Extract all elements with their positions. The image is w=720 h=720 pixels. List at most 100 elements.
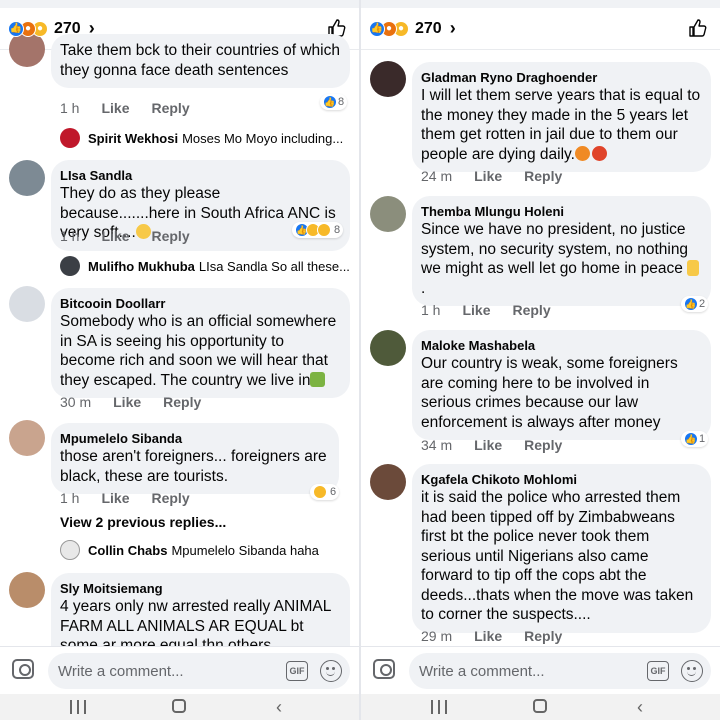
reply-button[interactable]: Reply [512, 302, 550, 318]
camera-icon[interactable] [373, 659, 395, 679]
avatar [60, 128, 80, 148]
avatar[interactable] [370, 464, 406, 500]
comment-time: 29 m [421, 628, 453, 644]
chevron-right-icon: › [449, 18, 456, 38]
avatar[interactable] [9, 160, 45, 196]
comment-author[interactable]: Maloke Mashabela [421, 337, 701, 354]
avatar[interactable] [370, 61, 406, 97]
comment-time: 24 m [421, 168, 453, 184]
reply-button[interactable]: Reply [151, 490, 189, 506]
comment-author[interactable]: Mpumelelo Sibanda [60, 430, 329, 447]
avatar[interactable] [9, 572, 45, 608]
reaction-count: 1 [699, 433, 706, 445]
comment-author[interactable]: Bitcooin Doollarr [60, 295, 340, 312]
comment-text: it is said the police who arrested them … [421, 489, 694, 623]
system-nav-bar: ‹ [0, 694, 359, 720]
avatar[interactable] [9, 286, 45, 322]
comment-author[interactable]: Gladman Ryno Draghoender [421, 69, 701, 86]
comment-actions: 1 h Like Reply [60, 228, 212, 244]
man-emoji-icon [310, 371, 326, 387]
comment-time: 34 m [421, 437, 453, 453]
like-button[interactable]: Like [474, 168, 502, 184]
comment-text-body: I will let them serve years that is equa… [421, 87, 701, 163]
reply-author: Mulifho Mukhuba [88, 258, 195, 274]
reply-preview[interactable]: Spirit Wekhosi Moses Mo Moyo including..… [60, 128, 343, 148]
reaction-summary[interactable]: 👍 ● ● 270 › [361, 8, 720, 50]
like-button[interactable]: Like [101, 100, 129, 116]
home-icon[interactable] [172, 699, 186, 713]
reaction-count: 6 [330, 486, 337, 498]
comment-author[interactable]: Themba Mlungu Holeni [421, 203, 701, 220]
avatar[interactable] [9, 420, 45, 456]
victory-hand-emoji-icon [687, 260, 700, 276]
reaction-icons: 👍 ● ● [369, 20, 409, 37]
reaction-icons: 👍 ● ● [8, 20, 48, 37]
left-screenshot: 👍 ● ● 270 › Take them bck to their count… [0, 0, 359, 720]
haha-icon [313, 485, 327, 499]
recent-apps-icon[interactable] [431, 700, 447, 714]
comment-reactions[interactable]: 👍 1 [681, 431, 709, 447]
reply-button[interactable]: Reply [524, 628, 562, 644]
gif-icon[interactable]: GIF [647, 661, 669, 681]
comment-time: 1 h [60, 490, 80, 506]
comment-author[interactable]: Sly Moitsiemang [60, 580, 340, 597]
like-icon: 👍 [323, 95, 337, 109]
comment-input[interactable] [419, 653, 639, 689]
like-icon: 👍 [684, 297, 698, 311]
reply-button[interactable]: Reply [151, 228, 189, 244]
comment-author[interactable]: LIsa Sandla [60, 167, 340, 184]
comment-composer: GIF [361, 646, 720, 694]
home-icon[interactable] [533, 699, 547, 713]
comment-text-body: Somebody who is an official somewhere in… [60, 313, 337, 389]
comment-bubble: Maloke Mashabela Our country is weak, so… [412, 330, 711, 440]
comment-text: I will let them serve years that is equa… [421, 86, 701, 164]
comment-text: Since we have no president, no justice s… [421, 220, 701, 298]
comment-actions: 1 h Like Reply [60, 490, 212, 506]
sad-icon [317, 223, 331, 237]
like-button[interactable]: Like [474, 437, 502, 453]
gif-icon[interactable]: GIF [286, 661, 308, 681]
like-button[interactable]: Like [474, 628, 502, 644]
reply-preview[interactable]: Mulifho Mukhuba LIsa Sandla So all these… [60, 256, 350, 276]
comment-actions: 1 h Like Reply [60, 100, 212, 116]
avatar[interactable] [370, 330, 406, 366]
comment-input[interactable] [58, 653, 278, 689]
reply-button[interactable]: Reply [163, 394, 201, 410]
back-icon[interactable]: ‹ [637, 697, 643, 718]
reply-button[interactable]: Reply [151, 100, 189, 116]
like-button[interactable]: Like [101, 490, 129, 506]
comment-reactions[interactable]: 👍 8 [320, 94, 348, 110]
reply-preview[interactable]: Collin Chabs Mpumelelo Sibanda haha [60, 540, 319, 560]
like-button[interactable]: Like [113, 394, 141, 410]
comment-actions: 24 m Like Reply [421, 168, 584, 184]
reply-author: Collin Chabs [88, 542, 168, 558]
comment-reactions[interactable]: 👍 8 [292, 222, 344, 238]
reaction-count: 8 [334, 224, 341, 236]
angry-emoji-icon [574, 145, 590, 161]
back-icon[interactable]: ‹ [276, 697, 282, 718]
comment-time: 1 h [60, 228, 80, 244]
status-bar [361, 0, 720, 8]
reply-button[interactable]: Reply [524, 168, 562, 184]
recent-apps-icon[interactable] [70, 700, 86, 714]
reply-author: Spirit Wekhosi [88, 130, 179, 146]
reply-button[interactable]: Reply [524, 437, 562, 453]
camera-icon[interactable] [12, 659, 34, 679]
comment-text: those aren't foreigners... foreigners ar… [60, 448, 327, 485]
comment-reactions[interactable]: 6 [310, 484, 340, 500]
emoji-icon[interactable] [320, 660, 342, 682]
like-icon: 👍 [684, 432, 698, 446]
comment-reactions[interactable]: 👍 2 [681, 296, 709, 312]
comment-input-container: GIF [48, 653, 350, 689]
comment-text-body: Since we have no president, no justice s… [421, 221, 689, 277]
emoji-icon[interactable] [681, 660, 703, 682]
comment-actions: 30 m Like Reply [60, 394, 223, 410]
avatar[interactable] [370, 196, 406, 232]
view-previous-replies-link[interactable]: View 2 previous replies... [60, 514, 226, 530]
like-outline-icon[interactable] [688, 18, 708, 38]
like-button[interactable]: Like [101, 228, 129, 244]
reply-text: LIsa Sandla So all these... [198, 258, 350, 274]
like-button[interactable]: Like [462, 302, 490, 318]
reply-text: Mpumelelo Sibanda haha [171, 542, 319, 558]
comment-author[interactable]: Kgafela Chikoto Mohlomi [421, 471, 701, 488]
